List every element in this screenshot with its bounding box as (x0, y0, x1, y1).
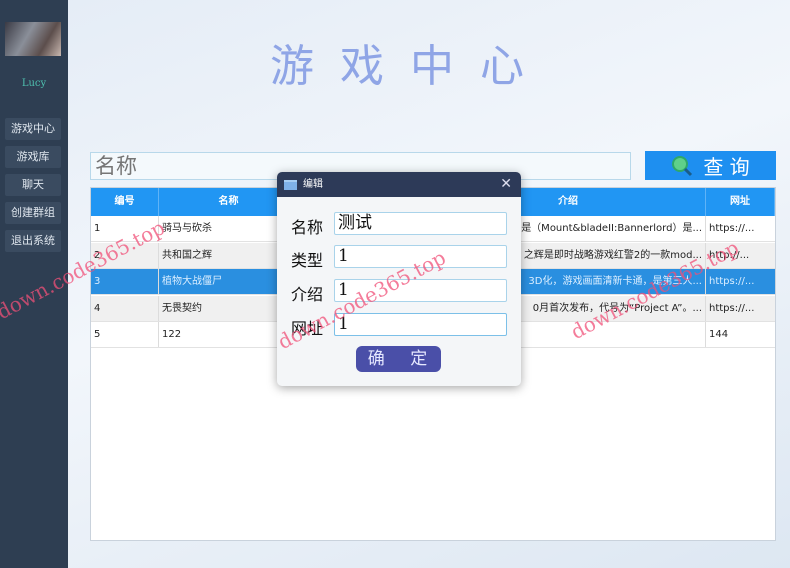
table-cell: https://... (709, 223, 755, 234)
table-cell: 2 (91, 242, 159, 268)
search-button-label: 查 询 (703, 155, 750, 179)
table-cell: 3 (91, 269, 159, 294)
url-field[interactable]: 1 (334, 313, 507, 336)
nav-game-center[interactable]: 游戏中心 (5, 118, 61, 140)
nav-create-group[interactable]: 创建群组 (5, 202, 61, 224)
table-cell: https://... (709, 276, 755, 287)
table-cell: 4 (91, 295, 159, 321)
table-cell: 144 (709, 329, 729, 340)
avatar (5, 22, 61, 56)
dialog-titlebar: 编辑 ✕ (277, 172, 521, 197)
search-icon (672, 155, 693, 176)
table-cell: 1 (91, 216, 159, 241)
intro-field[interactable]: 1 (334, 279, 507, 302)
col-url[interactable]: 网址 (706, 188, 775, 216)
dialog-title: 编辑 (303, 179, 323, 190)
username: Lucy (21, 78, 47, 89)
table-cell: https://... (709, 302, 755, 314)
nav-exit[interactable]: 退出系统 (5, 230, 61, 252)
confirm-button[interactable]: 确 定 (356, 346, 441, 372)
nav-game-library[interactable]: 游戏库 (5, 146, 61, 168)
nav-chat[interactable]: 聊天 (5, 174, 61, 196)
sidebar: Lucy 游戏中心 游戏库 聊天 创建群组 退出系统 (0, 0, 68, 568)
table-cell: 5 (91, 322, 159, 347)
type-label: 类型 (291, 251, 324, 270)
close-icon[interactable]: ✕ (500, 172, 512, 197)
edit-dialog: 编辑 ✕ 名称 测试 类型 1 介绍 1 网址 1 确 定 (277, 172, 521, 386)
type-field[interactable]: 1 (334, 245, 507, 268)
col-id[interactable]: 编号 (91, 188, 159, 216)
table-cell: http://... (709, 249, 750, 261)
name-label: 名称 (291, 218, 324, 237)
name-field[interactable]: 测试 (334, 212, 507, 235)
search-button[interactable]: 查 询 (645, 151, 776, 180)
url-label: 网址 (291, 319, 324, 338)
page-title: 游戏中心 (270, 41, 550, 92)
folder-icon (284, 180, 297, 190)
intro-label: 介绍 (291, 285, 324, 304)
